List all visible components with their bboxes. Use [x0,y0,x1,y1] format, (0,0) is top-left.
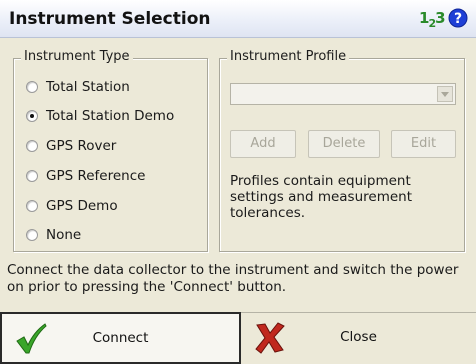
profile-description: Profiles contain equipment settings and … [230,173,412,221]
instrument-profile-legend: Instrument Profile [227,49,350,64]
close-button[interactable]: Close [241,312,476,364]
page-title: Instrument Selection [9,9,211,29]
instrument-selection-window: Instrument Selection 123 ? Instrument Ty… [0,0,476,364]
radio-button[interactable] [26,140,38,152]
svg-text:?: ? [454,11,462,27]
radio-gps-rover[interactable]: GPS Rover [26,136,116,156]
profile-dropdown[interactable] [230,83,456,105]
delete-profile-button[interactable]: Delete [308,130,380,158]
radio-button[interactable] [26,170,38,182]
instrument-type-group: Instrument Type Total Station Total Stat… [13,49,208,252]
radio-label: Total Station Demo [46,108,175,124]
help-icon[interactable]: ? [448,8,468,28]
radio-total-station[interactable]: Total Station [26,77,130,97]
radio-label: GPS Demo [46,198,118,214]
radio-total-station-demo[interactable]: Total Station Demo [26,106,174,126]
radio-button[interactable] [26,229,38,241]
close-button-label: Close [340,329,377,345]
connect-button-label: Connect [92,330,149,346]
radio-gps-reference[interactable]: GPS Reference [26,166,145,186]
radio-none[interactable]: None [26,225,81,245]
edit-profile-button[interactable]: Edit [391,130,456,158]
chevron-down-icon[interactable] [437,86,453,102]
radio-label: Total Station [46,79,130,95]
radio-label: GPS Reference [46,168,146,184]
radio-gps-demo[interactable]: GPS Demo [26,196,118,216]
radio-button[interactable] [26,81,38,93]
radio-label: GPS Rover [46,138,117,154]
instrument-profile-group: Instrument Profile Add Delete Edit Profi… [219,49,465,252]
instrument-type-legend: Instrument Type [21,49,133,64]
radio-button-selected[interactable] [26,110,38,122]
input-mode-tail: 3 [435,9,445,27]
radio-label: None [46,227,82,243]
radio-button[interactable] [26,200,38,212]
add-profile-button[interactable]: Add [230,130,296,158]
header-bar: Instrument Selection 123 ? [0,0,476,38]
connect-instructions: Connect the data collector to the instru… [7,262,459,295]
connect-button[interactable]: Connect [0,312,241,364]
input-mode-indicator[interactable]: 123 [419,9,446,30]
